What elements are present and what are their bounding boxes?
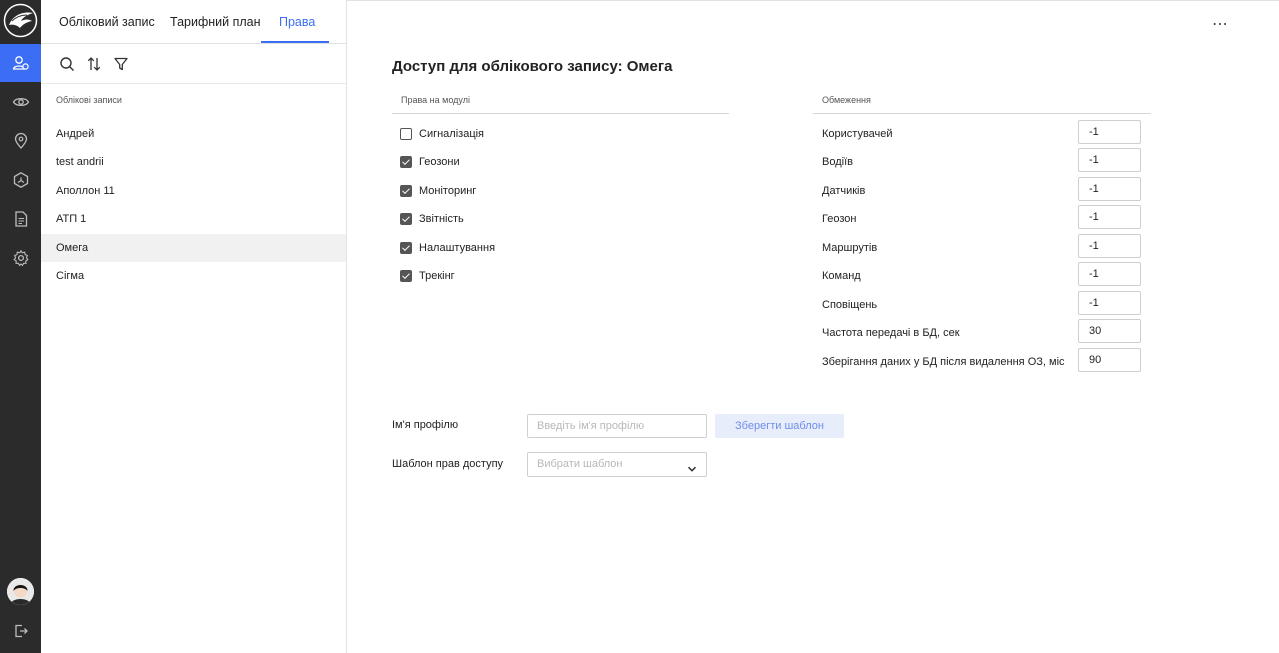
nav-reports-document-icon[interactable] bbox=[0, 200, 41, 238]
search-icon[interactable] bbox=[59, 56, 75, 72]
account-item-apollon-11[interactable]: Аполлон 11 bbox=[41, 177, 346, 205]
limit-label-data-retention: Зберігання даних у БД після видалення ОЗ… bbox=[822, 356, 1065, 368]
permission-tracking[interactable]: Трекінг bbox=[400, 268, 455, 284]
permission-alarm[interactable]: Сигналізація bbox=[400, 126, 484, 142]
limits-header: Обмеження bbox=[822, 95, 871, 105]
permission-geozones[interactable]: Геозони bbox=[400, 154, 460, 170]
limit-label-sensors: Датчиків bbox=[822, 185, 866, 197]
account-item-sigma[interactable]: Сігма bbox=[41, 262, 346, 290]
tab-bar: Обліковий запис Тарифний план Права bbox=[41, 0, 347, 44]
limit-label-db-frequency: Частота передачі в БД, сек bbox=[822, 327, 960, 339]
tab-account[interactable]: Обліковий запис bbox=[59, 15, 155, 29]
account-item-atp-1[interactable]: АТП 1 bbox=[41, 205, 346, 233]
checkbox-checked[interactable] bbox=[400, 270, 412, 282]
nav-location-pin-icon[interactable] bbox=[0, 122, 41, 160]
access-template-placeholder: Вибрати шаблон bbox=[537, 458, 623, 470]
limits-divider bbox=[813, 113, 1151, 114]
nav-routes-hexagon-icon[interactable] bbox=[0, 161, 41, 199]
limit-input-geozones[interactable] bbox=[1078, 205, 1141, 229]
checkbox-checked[interactable] bbox=[400, 213, 412, 225]
more-options-icon[interactable]: ⋯ bbox=[1212, 14, 1229, 34]
limit-input-db-frequency[interactable] bbox=[1078, 319, 1141, 343]
accounts-panel: Обліковий запис Тарифний план Права Облі… bbox=[41, 0, 347, 653]
limit-label-commands: Команд bbox=[822, 270, 861, 282]
limit-label-users: Користувачей bbox=[822, 128, 893, 140]
nav-settings-gear-icon[interactable] bbox=[0, 239, 41, 277]
account-item-test-andrii[interactable]: test andrii bbox=[41, 148, 346, 176]
limit-label-drivers: Водіїв bbox=[822, 156, 853, 168]
limit-input-users[interactable] bbox=[1078, 120, 1141, 144]
limit-input-notifications[interactable] bbox=[1078, 291, 1141, 315]
limit-label-routes: Маршрутів bbox=[822, 242, 878, 254]
nav-accounts-icon[interactable] bbox=[0, 44, 41, 82]
limit-label-geozones: Геозон bbox=[822, 213, 857, 225]
limit-input-data-retention[interactable] bbox=[1078, 348, 1141, 372]
nav-monitoring-eye-icon[interactable] bbox=[0, 83, 41, 121]
accounts-list-title: Облікові записи bbox=[56, 95, 122, 105]
checkbox[interactable] bbox=[400, 128, 412, 140]
account-item-omega[interactable]: Омега bbox=[41, 234, 346, 262]
permissions-header: Права на модулі bbox=[401, 95, 470, 105]
top-divider bbox=[347, 0, 1279, 1]
sort-icon[interactable] bbox=[86, 56, 102, 72]
logout-icon[interactable] bbox=[0, 612, 41, 650]
access-template-select[interactable]: Вибрати шаблон bbox=[527, 452, 707, 477]
page-title: Доступ для облікового запису: Омега bbox=[392, 58, 673, 75]
limit-label-notifications: Сповіщень bbox=[822, 299, 878, 311]
permissions-divider bbox=[392, 113, 729, 114]
tab-tariff-plan[interactable]: Тарифний план bbox=[170, 15, 261, 29]
access-template-label: Шаблон прав доступу bbox=[392, 458, 504, 470]
eagle-logo[interactable] bbox=[3, 3, 38, 38]
limit-input-drivers[interactable] bbox=[1078, 148, 1141, 172]
list-toolbar bbox=[41, 44, 347, 84]
filter-icon[interactable] bbox=[113, 56, 129, 72]
permission-monitoring[interactable]: Моніторинг bbox=[400, 183, 476, 199]
account-item-andrei[interactable]: Андрей bbox=[41, 120, 346, 148]
active-tab-indicator bbox=[261, 41, 329, 43]
chevron-down-icon bbox=[687, 460, 697, 472]
limit-input-sensors[interactable] bbox=[1078, 177, 1141, 201]
profile-name-label: Ім'я профілю bbox=[392, 419, 459, 431]
permission-reports[interactable]: Звітність bbox=[400, 211, 464, 227]
user-avatar[interactable] bbox=[7, 578, 34, 605]
checkbox-checked[interactable] bbox=[400, 185, 412, 197]
limit-input-routes[interactable] bbox=[1078, 234, 1141, 258]
save-template-button[interactable]: Зберегти шаблон bbox=[715, 414, 844, 438]
limit-input-commands[interactable] bbox=[1078, 262, 1141, 286]
permission-settings[interactable]: Налаштування bbox=[400, 240, 495, 256]
app-rail bbox=[0, 0, 41, 653]
checkbox-checked[interactable] bbox=[400, 156, 412, 168]
profile-name-input[interactable] bbox=[527, 414, 707, 438]
checkbox-checked[interactable] bbox=[400, 242, 412, 254]
tab-rights[interactable]: Права bbox=[279, 15, 315, 29]
